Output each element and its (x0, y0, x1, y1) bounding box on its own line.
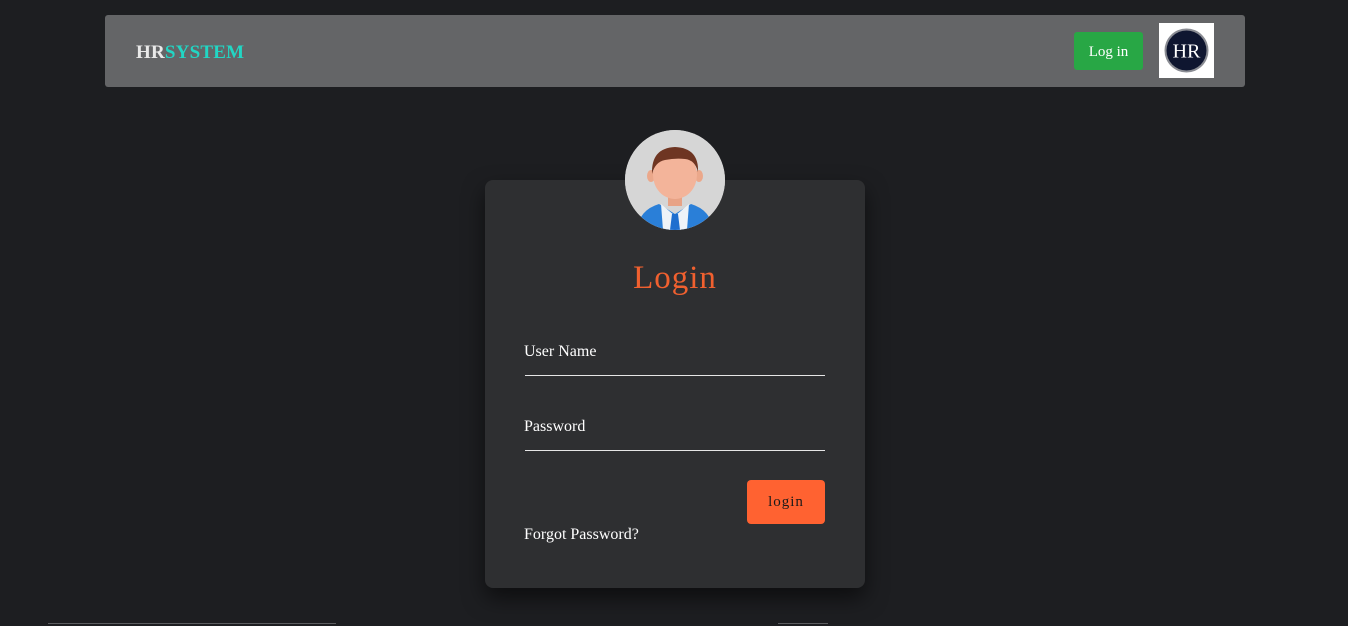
footer-divider-right (778, 623, 828, 624)
top-navbar: HRSYSTEM Log in HR (105, 15, 1245, 87)
nav-login-button[interactable]: Log in (1074, 32, 1143, 70)
footer-divider-left (48, 623, 336, 624)
avatar-graphic (625, 130, 725, 230)
brand-hr: HR (136, 42, 165, 63)
login-title: Login (633, 260, 717, 296)
brand-logo-text[interactable]: HRSYSTEM (136, 42, 244, 64)
password-input[interactable] (525, 424, 825, 451)
login-card: Login User Name Password login Forgot Pa… (485, 180, 865, 588)
hr-logo-icon: HR (1159, 23, 1214, 78)
forgot-password-link[interactable]: Forgot Password? (524, 526, 639, 544)
hr-logo-graphic: HR (1164, 28, 1209, 73)
login-submit-button[interactable]: login (747, 480, 825, 524)
username-input[interactable] (525, 349, 825, 376)
user-avatar-icon (625, 130, 725, 230)
brand-system: SYSTEM (164, 42, 245, 63)
hr-logo-text: HR (1173, 41, 1201, 63)
